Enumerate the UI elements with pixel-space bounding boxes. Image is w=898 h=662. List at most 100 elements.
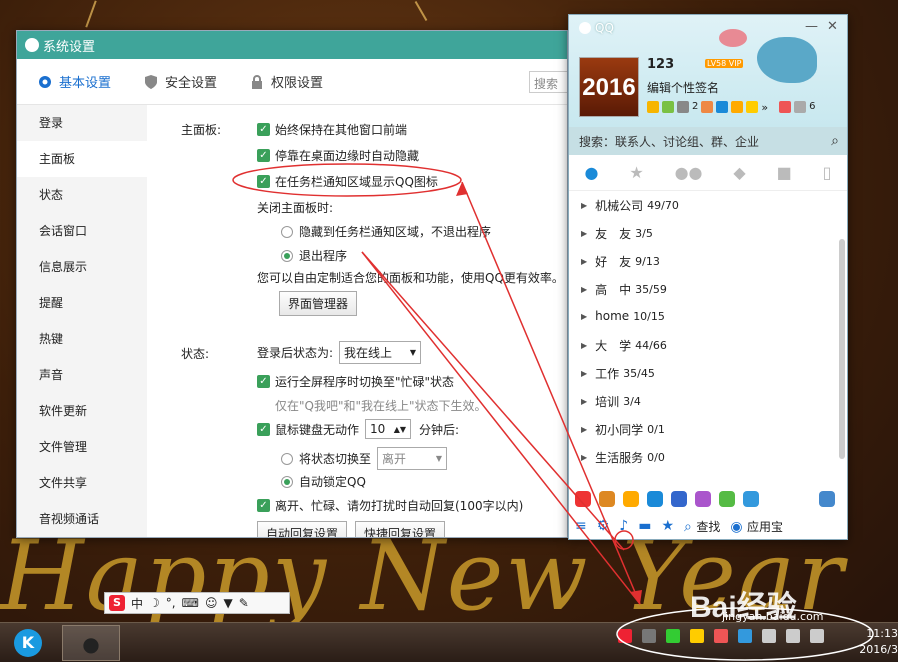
- switch-status-select[interactable]: 离开 ▼: [377, 447, 448, 470]
- tab-classroom-icon[interactable]: ◆: [733, 163, 745, 182]
- mail-icon[interactable]: [677, 101, 689, 113]
- more-icon[interactable]: »: [761, 101, 768, 114]
- tab-permission-settings[interactable]: 权限设置: [249, 72, 323, 91]
- close-icon[interactable]: ✕: [827, 19, 838, 34]
- sidebar-item[interactable]: 文件管理: [17, 429, 147, 465]
- clock[interactable]: 11:13 2016/3: [858, 626, 898, 658]
- radio-selected-icon[interactable]: [281, 475, 293, 488]
- sidebar-item[interactable]: 音视频通话: [17, 501, 147, 537]
- contact-group[interactable]: ▶ 大 学 44/66: [581, 337, 667, 354]
- volume-tray-icon[interactable]: [810, 629, 824, 643]
- radio-switch-status[interactable]: 将状态切换至 离开 ▼: [281, 447, 448, 470]
- ime-mode[interactable]: 中: [131, 595, 143, 612]
- option-always-on-top[interactable]: ✓ 始终保持在其他窗口前端: [257, 121, 407, 138]
- quick-reply-settings-button[interactable]: 快捷回复设置: [355, 521, 446, 537]
- find-button[interactable]: ⌕ 查找: [684, 518, 720, 535]
- skin-icon[interactable]: ▼: [223, 596, 232, 610]
- expand-arrow-icon[interactable]: ▶: [581, 453, 587, 462]
- sidebar-item[interactable]: 声音: [17, 357, 147, 393]
- option-auto-hide[interactable]: ✓ 停靠在桌面边缘时自动隐藏: [257, 147, 419, 164]
- sidebar-item[interactable]: 软件更新: [17, 393, 147, 429]
- option-show-tray-icon[interactable]: ✓ 在任务栏通知区域显示QQ图标: [257, 173, 438, 190]
- contact-group[interactable]: ▶ 友 友 3/5: [581, 225, 653, 242]
- tab-contacts-icon[interactable]: ●: [584, 163, 598, 182]
- device-tray-icon[interactable]: [762, 629, 776, 643]
- wallet-icon[interactable]: [716, 101, 729, 113]
- keyboard-icon[interactable]: ⌨: [182, 596, 199, 610]
- checkbox-checked-icon[interactable]: ✓: [257, 149, 270, 162]
- qq-search-input[interactable]: 搜索：联系人、讨论组、群、企业 ⌕: [569, 127, 847, 155]
- expand-arrow-icon[interactable]: ▶: [581, 229, 587, 238]
- video-play-icon[interactable]: [719, 491, 735, 507]
- app-store-button[interactable]: ◉ 应用宝: [730, 518, 783, 535]
- tab-groups-icon[interactable]: ●●: [675, 163, 703, 182]
- settings-titlebar[interactable]: 系统设置: [17, 31, 567, 59]
- vip-badge[interactable]: LV58 VIP: [705, 59, 744, 68]
- scrollbar[interactable]: [839, 239, 845, 459]
- wifi-icon[interactable]: [666, 629, 680, 643]
- punctuation-icon[interactable]: °,: [166, 596, 176, 610]
- login-status-select[interactable]: 我在线上 ▼: [339, 341, 422, 364]
- expand-arrow-icon[interactable]: ▶: [581, 341, 587, 350]
- checkbox-checked-icon[interactable]: ✓: [257, 422, 270, 436]
- option-fullscreen-busy[interactable]: ✓ 运行全屏程序时切换至"忙碌"状态: [257, 373, 454, 390]
- user-icon[interactable]: ☺: [205, 596, 218, 610]
- pet-icon[interactable]: [623, 491, 639, 507]
- sogou-icon[interactable]: S: [109, 595, 125, 611]
- sidebar-item[interactable]: 文件共享: [17, 465, 147, 501]
- ime-status-bar[interactable]: S 中 ☽ °, ⌨ ☺ ▼ ✎: [104, 592, 290, 614]
- tab-phone-icon[interactable]: ▯: [823, 163, 832, 182]
- game-icon[interactable]: [599, 491, 615, 507]
- contact-group[interactable]: ▶ 好 友 9/13: [581, 253, 660, 270]
- security-tray-icon[interactable]: [690, 629, 704, 643]
- search-icon[interactable]: ⌕: [831, 133, 839, 149]
- contact-group[interactable]: ▶ 机械公司 49/70: [581, 197, 679, 214]
- check-icon[interactable]: [671, 491, 687, 507]
- radio-auto-lock[interactable]: 自动锁定QQ: [281, 473, 366, 490]
- sogou-tray-icon[interactable]: [618, 629, 632, 643]
- shop-icon[interactable]: [731, 101, 744, 113]
- contact-group[interactable]: ▶ 生活服务 0/0: [581, 449, 665, 466]
- option-auto-reply[interactable]: ✓ 离开、忙碌、请勿打扰时自动回复(100字以内): [257, 497, 523, 514]
- expand-arrow-icon[interactable]: ▶: [581, 257, 587, 266]
- volume-icon[interactable]: ♪: [619, 518, 628, 534]
- checkbox-checked-icon[interactable]: ✓: [257, 175, 270, 188]
- contact-group[interactable]: ▶ 初小同学 0/1: [581, 421, 665, 438]
- settings-search-input[interactable]: 搜索: [529, 70, 567, 93]
- radio-icon[interactable]: [281, 225, 293, 238]
- settings-gear-icon[interactable]: ⚙: [597, 518, 610, 534]
- start-button[interactable]: K: [14, 629, 42, 657]
- game-icon[interactable]: [746, 101, 759, 113]
- qq-tray-icon[interactable]: [714, 629, 728, 643]
- expand-arrow-icon[interactable]: ▶: [581, 201, 587, 210]
- radio-icon[interactable]: [281, 452, 293, 465]
- expand-arrow-icon[interactable]: ▶: [581, 312, 587, 321]
- sidebar-item[interactable]: 会话窗口: [17, 213, 147, 249]
- sidebar-item[interactable]: 信息展示: [17, 249, 147, 285]
- expand-arrow-icon[interactable]: ▶: [581, 397, 587, 406]
- radio-exit-program[interactable]: 退出程序: [281, 247, 347, 264]
- sidebar-item[interactable]: 提醒: [17, 285, 147, 321]
- tab-security-settings[interactable]: 安全设置: [143, 72, 217, 91]
- expand-arrow-icon[interactable]: ▶: [581, 425, 587, 434]
- cloud-icon[interactable]: [743, 491, 759, 507]
- star-icon[interactable]: [647, 101, 659, 113]
- tools-icon[interactable]: ✎: [239, 596, 249, 610]
- stepper-arrows-icon[interactable]: ▲▼: [394, 425, 406, 434]
- expand-arrow-icon[interactable]: ▶: [581, 369, 587, 378]
- contact-group[interactable]: ▶ 工作 35/45: [581, 365, 655, 382]
- tab-chat-icon[interactable]: ■: [777, 163, 792, 182]
- tencent-icon[interactable]: [779, 101, 792, 113]
- folder-icon[interactable]: ▬: [638, 518, 651, 534]
- sidebar-item[interactable]: 主面板: [17, 141, 147, 177]
- expand-arrow-icon[interactable]: ▶: [581, 285, 587, 294]
- app-grid-icon[interactable]: [819, 491, 835, 507]
- taskbar-qq-button[interactable]: ●: [62, 625, 120, 661]
- qzone-icon[interactable]: [662, 101, 674, 113]
- contact-group[interactable]: ▶ home 10/15: [581, 309, 665, 323]
- moon-icon[interactable]: ☽: [149, 596, 160, 610]
- auto-reply-settings-button[interactable]: 自动回复设置: [257, 521, 348, 537]
- ui-manager-button[interactable]: 界面管理器: [279, 291, 358, 316]
- desktop-tray-icon[interactable]: [642, 629, 656, 643]
- checkbox-checked-icon[interactable]: ✓: [257, 123, 270, 136]
